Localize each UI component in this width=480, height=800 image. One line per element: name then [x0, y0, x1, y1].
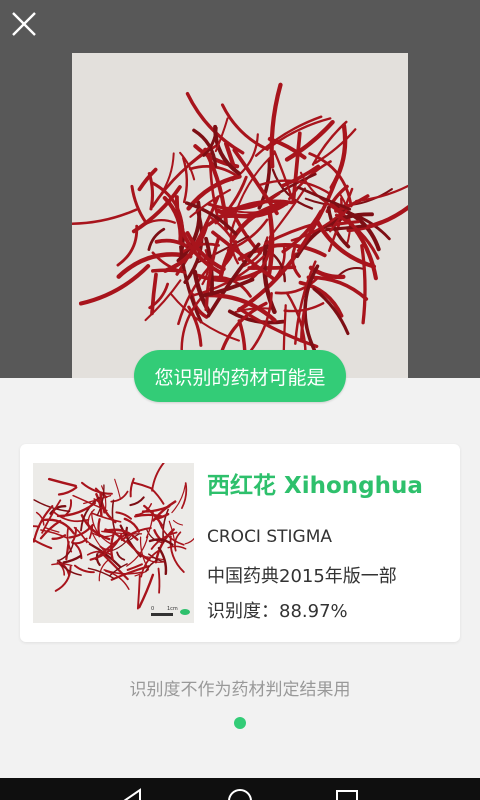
saffron-thread	[78, 264, 151, 306]
captured-photo	[72, 53, 408, 378]
score-value: 88.97%	[279, 601, 348, 622]
back-icon	[123, 788, 141, 800]
saffron-thread	[150, 272, 158, 316]
herb-name-pinyin: Xihonghua	[284, 473, 423, 499]
score-label: 识别度：	[207, 601, 279, 622]
saffron-thread	[125, 540, 151, 561]
saffron-thread	[65, 540, 70, 561]
close-button[interactable]	[10, 10, 38, 38]
saffron-thread	[80, 514, 111, 541]
saffron-thread	[114, 478, 122, 501]
herb-thumbnail: 0 1cm	[33, 463, 194, 623]
nav-home-button[interactable]	[225, 786, 255, 800]
saffron-thread	[184, 537, 194, 545]
saffron-thread	[132, 481, 153, 490]
saffron-thread	[360, 244, 367, 325]
saffron-thread	[72, 208, 138, 226]
camera-preview-area	[0, 0, 480, 378]
disclaimer-text: 识别度不作为药材判定结果用	[129, 680, 351, 700]
herb-latin-name: CROCI STIGMA	[207, 527, 333, 547]
saffron-thread	[136, 574, 141, 610]
saffron-thread	[138, 573, 155, 609]
saffron-thread	[97, 518, 101, 538]
result-banner: 您识别的药材可能是	[134, 350, 346, 402]
saffron-thread	[129, 496, 145, 507]
recognition-score: 识别度：88.97%	[207, 597, 348, 623]
system-nav-bar	[0, 778, 480, 800]
saffron-thread	[157, 567, 161, 594]
herb-name: 西红花 Xihonghua	[207, 466, 423, 500]
saffron-thread	[115, 511, 132, 520]
scale-end-label: 1cm	[167, 606, 178, 612]
saffron-thread	[133, 513, 164, 518]
saffron-thread	[172, 519, 184, 526]
recents-icon	[336, 790, 358, 800]
nav-recents-button[interactable]	[332, 786, 362, 800]
saffron-thread	[116, 551, 126, 561]
source-logo	[180, 609, 190, 615]
saffron-thread	[129, 477, 135, 498]
scale-start-label: 0	[151, 606, 154, 612]
herb-source: 中国药典2015年版一部	[207, 566, 397, 587]
saffron-thread	[56, 501, 97, 518]
page-indicator	[0, 717, 480, 731]
saffron-thread	[182, 156, 189, 204]
home-icon	[228, 789, 252, 800]
saffron-thread	[47, 477, 77, 488]
saffron-thread	[312, 287, 350, 336]
saffron-thread	[171, 484, 186, 514]
saffron-thread	[151, 463, 165, 492]
result-card[interactable]: 0 1cm 西红花 Xihonghua CROCI STIGMA 中国药典2015年…	[20, 444, 460, 642]
saffron-thread	[218, 246, 233, 281]
nav-back-button[interactable]	[118, 786, 148, 800]
page-dot-active	[234, 717, 246, 729]
saffron-thread	[57, 486, 78, 496]
saffron-thread	[147, 172, 155, 211]
saffron-thread	[150, 487, 165, 505]
close-icon	[12, 12, 36, 36]
scale-bar	[151, 613, 173, 616]
saffron-thread	[130, 184, 148, 225]
herb-name-cn: 西红花	[207, 473, 276, 499]
